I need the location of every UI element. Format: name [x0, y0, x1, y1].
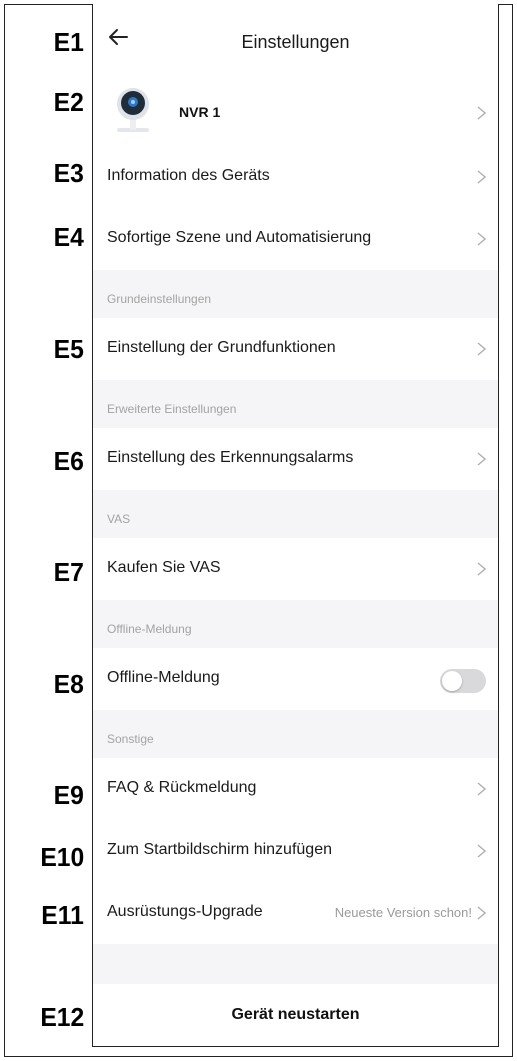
row-label: Zum Startbildschirm hinzufügen: [107, 841, 332, 858]
row-label: FAQ & Rückmeldung: [107, 779, 257, 796]
section-header-offline: Offline-Meldung: [93, 600, 498, 648]
chevron-right-icon: [477, 906, 486, 920]
device-info-row[interactable]: Information des Geräts: [93, 146, 498, 208]
label-e7: E7: [53, 557, 84, 587]
label-e3: E3: [53, 158, 84, 188]
section-header-advanced: Erweiterte Einstellungen: [93, 380, 498, 428]
device-row[interactable]: NVR 1: [93, 80, 498, 146]
buy-vas-row[interactable]: Kaufen Sie VAS: [93, 538, 498, 600]
row-label: Einstellung der Grundfunktionen: [107, 339, 336, 356]
restart-device-button[interactable]: Gerät neustarten: [93, 984, 498, 1046]
label-e12: E12: [40, 1002, 84, 1032]
device-name: NVR 1: [179, 104, 221, 120]
camera-icon: [117, 88, 149, 132]
toggle-knob: [442, 671, 462, 691]
label-e4: E4: [53, 222, 84, 252]
row-label: Offline-Meldung: [107, 669, 220, 686]
annotation-labels: E1 E2 E3 E4 E5 E6 E7 E8 E9 E10 E11 E12: [0, 0, 92, 1061]
section-header-basic: Grundeinstellungen: [93, 270, 498, 318]
section-label: Sonstige: [107, 732, 154, 746]
label-e5: E5: [53, 334, 84, 364]
row-label: Sofortige Szene und Automatisierung: [107, 229, 372, 246]
firmware-upgrade-row[interactable]: Ausrüstungs-Upgrade Neueste Version scho…: [93, 882, 498, 944]
row-label: Information des Geräts: [107, 167, 270, 184]
chevron-right-icon: [477, 562, 486, 576]
label-e11: E11: [41, 900, 84, 930]
page-title: Einstellungen: [241, 32, 350, 52]
row-label: Einstellung des Erkennungsalarms: [107, 449, 354, 466]
label-e2: E2: [53, 87, 84, 117]
chevron-right-icon: [477, 452, 486, 466]
chevron-right-icon: [477, 782, 486, 796]
row-label: Ausrüstungs-Upgrade: [107, 903, 263, 920]
chevron-right-icon: [477, 170, 486, 184]
label-e1: E1: [53, 27, 84, 57]
faq-feedback-row[interactable]: FAQ & Rückmeldung: [93, 758, 498, 820]
chevron-right-icon: [477, 844, 486, 858]
restart-label: Gerät neustarten: [231, 1006, 360, 1023]
scene-automation-row[interactable]: Sofortige Szene und Automatisierung: [93, 208, 498, 270]
chevron-right-icon: [477, 342, 486, 356]
chevron-right-icon: [477, 232, 486, 246]
offline-notification-toggle[interactable]: [440, 669, 486, 693]
section-label: Grundeinstellungen: [107, 292, 212, 306]
offline-notification-row: Offline-Meldung: [93, 648, 498, 710]
label-e10: E10: [40, 842, 84, 872]
section-label: Offline-Meldung: [107, 622, 192, 636]
chevron-right-icon: [477, 106, 486, 120]
upgrade-status: Neueste Version schon!: [334, 905, 472, 920]
detection-alarm-row[interactable]: Einstellung des Erkennungsalarms: [93, 428, 498, 490]
row-label: Kaufen Sie VAS: [107, 559, 221, 576]
settings-screen: Einstellungen NVR 1 Information des Gerä…: [92, 4, 499, 1047]
label-e8: E8: [53, 669, 84, 699]
section-label: VAS: [107, 512, 131, 526]
section-header-other: Sonstige: [93, 710, 498, 758]
basic-functions-row[interactable]: Einstellung der Grundfunktionen: [93, 318, 498, 380]
label-e6: E6: [53, 446, 84, 476]
section-label: Erweiterte Einstellungen: [107, 402, 237, 416]
add-to-homescreen-row[interactable]: Zum Startbildschirm hinzufügen: [93, 820, 498, 882]
label-e9: E9: [53, 780, 84, 810]
section-header-vas: VAS: [93, 490, 498, 538]
header: Einstellungen: [93, 4, 498, 80]
